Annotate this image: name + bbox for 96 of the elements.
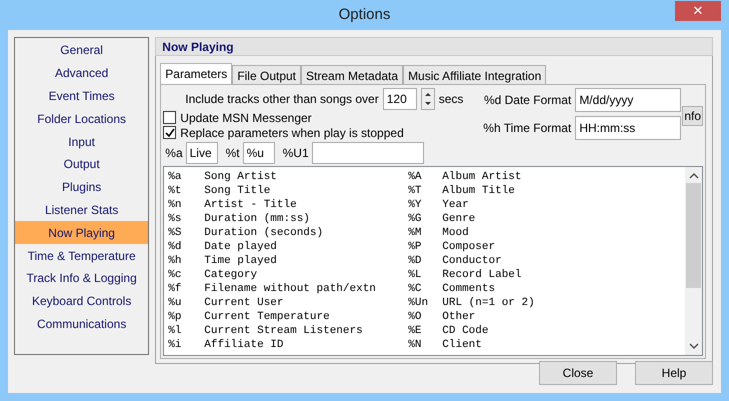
- sidebar-item[interactable]: Track Info & Logging: [15, 266, 148, 290]
- param-code: %c: [168, 268, 182, 282]
- param-code: %E: [408, 324, 422, 338]
- scroll-down-icon[interactable]: [688, 341, 698, 351]
- tab[interactable]: Music Affiliate Integration: [403, 65, 546, 84]
- format-label: %h Time Format: [483, 120, 572, 137]
- param-description: Genre: [442, 212, 476, 226]
- param-description: Conductor: [442, 254, 503, 268]
- duration-field[interactable]: 120: [382, 88, 417, 110]
- param-code: %O: [408, 310, 422, 324]
- format-field[interactable]: M/dd/yyyy: [575, 88, 682, 112]
- param-code: %h: [168, 254, 182, 268]
- scrollbar[interactable]: [685, 167, 702, 355]
- sidebar-item[interactable]: Output: [15, 152, 148, 176]
- sidebar-item[interactable]: Listener Stats: [15, 198, 148, 222]
- param-description: Other: [442, 310, 476, 324]
- checkbox[interactable]: [163, 126, 176, 139]
- param-description: Date played: [204, 240, 278, 254]
- info-button[interactable]: nfo: [682, 106, 703, 126]
- close-button[interactable]: ✕: [675, 1, 721, 21]
- scroll-up-icon[interactable]: [688, 171, 698, 181]
- param-description: Mood: [442, 226, 470, 240]
- param-description: Filename without path/extn: [204, 282, 377, 296]
- panel-title: Now Playing: [155, 37, 713, 56]
- param-code: %t: [168, 184, 182, 198]
- param-description: Comments: [442, 282, 496, 296]
- param-description: Duration (seconds): [204, 226, 324, 240]
- param-code: %s: [168, 212, 182, 226]
- param-code: %u: [168, 296, 182, 310]
- param-description: Current User: [204, 296, 284, 310]
- param-code: %G: [408, 212, 422, 226]
- param-code: %i: [168, 338, 182, 352]
- param-label: %U1: [282, 145, 309, 162]
- param-code: %Y: [408, 198, 422, 212]
- format-label: %d Date Format: [484, 92, 572, 109]
- param-code: %P: [408, 240, 422, 254]
- param-description: Affiliate ID: [204, 338, 284, 352]
- param-field[interactable]: %u: [242, 142, 275, 164]
- param-description: Year: [442, 198, 470, 212]
- param-label: %t: [226, 145, 240, 162]
- param-code: %S: [168, 226, 182, 240]
- param-description: Artist - Title: [204, 198, 298, 212]
- include-label: Include tracks other than songs over: [185, 91, 379, 108]
- param-description: Current Temperature: [204, 310, 331, 324]
- param-code: %Un: [408, 296, 430, 310]
- param-description: Record Label: [442, 268, 522, 282]
- param-description: Song Artist: [204, 170, 278, 184]
- sidebar-item[interactable]: Plugins: [15, 176, 148, 199]
- param-description: Album Artist: [442, 170, 522, 184]
- param-code: %p: [168, 310, 182, 324]
- format-field[interactable]: HH:mm:ss: [575, 116, 682, 140]
- param-code: %d: [168, 240, 182, 254]
- tab[interactable]: Parameters: [160, 63, 232, 84]
- param-description: Category: [204, 268, 258, 282]
- param-description: Client: [442, 338, 483, 352]
- param-description: Time played: [204, 254, 278, 268]
- param-field[interactable]: Live: [186, 142, 218, 164]
- param-description: Duration (mm:ss): [204, 212, 311, 226]
- sidebar-item[interactable]: Input: [15, 130, 148, 153]
- param-description: URL (n=1 or 2): [442, 296, 536, 310]
- dialog-button[interactable]: Close: [539, 361, 617, 385]
- param-code: %L: [408, 268, 422, 282]
- param-code: %N: [408, 338, 422, 352]
- checkbox-label: Update MSN Messenger: [180, 110, 312, 126]
- checkbox-label: Replace parameters when play is stopped: [180, 124, 404, 142]
- unit-label: secs: [438, 91, 464, 108]
- sidebar-item[interactable]: Communications: [15, 312, 148, 336]
- scroll-thumb[interactable]: [686, 183, 701, 288]
- param-label: %a: [165, 145, 183, 162]
- param-code: %T: [408, 184, 422, 198]
- sidebar-item[interactable]: General: [15, 39, 148, 62]
- param-description: Current Stream Listeners: [204, 324, 364, 338]
- param-description: Album Title: [442, 184, 516, 198]
- tab[interactable]: File Output: [232, 65, 302, 84]
- sidebar-item[interactable]: Now Playing: [15, 221, 148, 244]
- param-code: %C: [408, 282, 422, 296]
- param-code: %l: [168, 324, 182, 338]
- sidebar-item[interactable]: Keyboard Controls: [15, 290, 148, 313]
- param-code: %A: [408, 170, 422, 184]
- param-code: %f: [168, 282, 182, 296]
- param-description: CD Code: [442, 324, 490, 338]
- dialog-button[interactable]: Help: [635, 361, 713, 385]
- param-description: Composer: [442, 240, 496, 254]
- sidebar-item[interactable]: Time & Temperature: [15, 244, 148, 267]
- param-code: %n: [168, 198, 182, 212]
- sidebar-item[interactable]: Advanced: [15, 62, 148, 85]
- tab[interactable]: Stream Metadata: [301, 65, 404, 84]
- sidebar-item[interactable]: Event Times: [15, 84, 148, 108]
- param-code: %a: [168, 170, 182, 184]
- param-code: %M: [408, 226, 422, 240]
- param-field[interactable]: [312, 142, 424, 164]
- param-code: %D: [408, 254, 422, 268]
- param-description: Song Title: [204, 184, 272, 198]
- window-title: Options: [338, 4, 390, 25]
- checkbox[interactable]: [163, 111, 176, 124]
- sidebar-item[interactable]: Folder Locations: [15, 107, 148, 130]
